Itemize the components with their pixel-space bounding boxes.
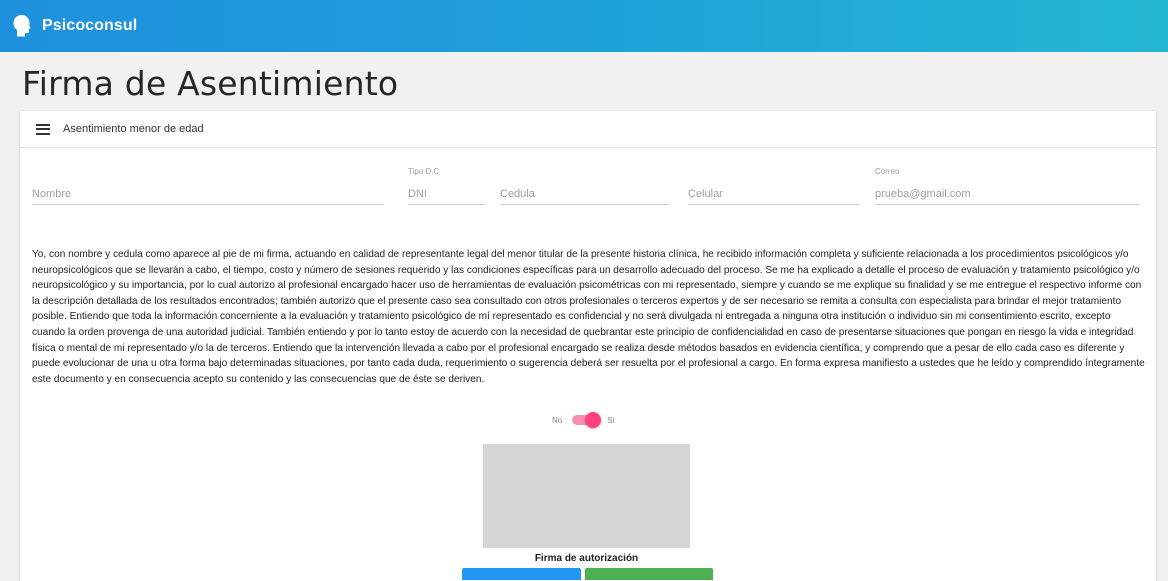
nombre-placeholder: Nombre (32, 188, 72, 200)
toggle-thumb (585, 412, 602, 428)
card-title: Asentimiento menor de edad (63, 123, 204, 135)
save-signature-button[interactable] (585, 568, 713, 580)
signature-label: Firma de autorización (534, 553, 639, 564)
app-header: Psicoconsul (0, 0, 1168, 52)
consent-toggle-row: No Si (552, 412, 615, 428)
toggle-on-label: Si (607, 415, 615, 425)
clear-signature-button[interactable] (462, 568, 581, 580)
page-title: Firma de Asentimiento (22, 64, 399, 103)
correo-value: prueba@gmail.com (875, 188, 971, 200)
head-silhouette-icon (13, 15, 31, 37)
cedula-placeholder: Cedula (500, 188, 535, 200)
tipo-dc-select[interactable]: Tipo D.C DNI (408, 167, 486, 205)
celular-field[interactable]: Celular (688, 184, 860, 205)
app-brand-name[interactable]: Psicoconsul (42, 17, 137, 35)
cedula-field[interactable]: Cedula (500, 184, 670, 205)
tipo-dc-label: Tipo D.C (408, 167, 440, 176)
correo-field[interactable]: Correo prueba@gmail.com (875, 167, 1140, 205)
toggle-off-label: No (552, 415, 563, 425)
nombre-field[interactable]: Nombre (32, 184, 384, 205)
consent-text: Yo, con nombre y cedula como aparece al … (32, 249, 1145, 385)
consent-card: Asentimiento menor de edad Nombre Tipo D… (20, 111, 1156, 581)
correo-label: Correo (875, 167, 900, 176)
tipo-dc-value: DNI (408, 188, 427, 200)
celular-placeholder: Celular (688, 188, 723, 200)
consent-toggle-switch[interactable] (572, 412, 602, 428)
signature-pad[interactable] (483, 444, 690, 548)
card-header: Asentimiento menor de edad (20, 111, 1156, 148)
hamburger-menu-icon[interactable] (36, 123, 50, 135)
